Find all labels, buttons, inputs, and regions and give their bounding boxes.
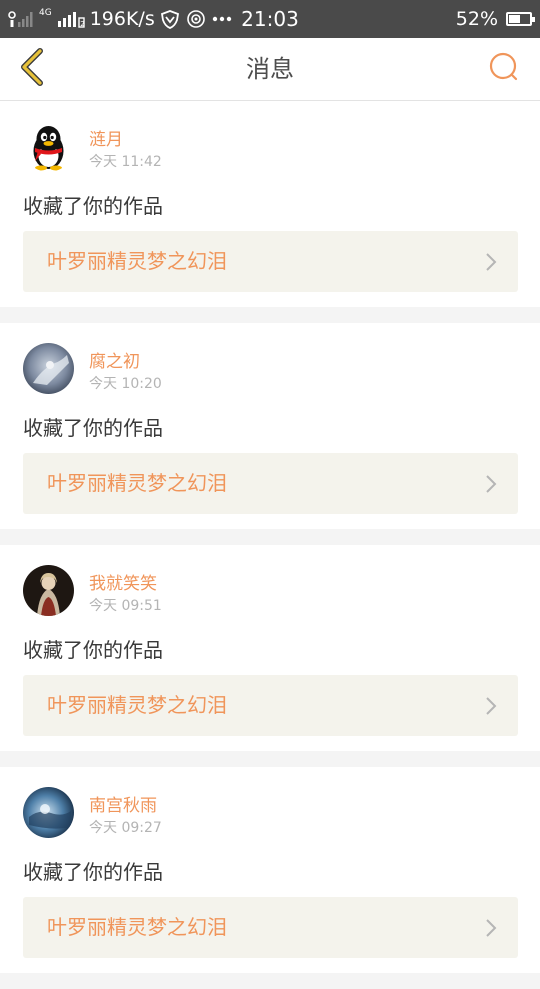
user-name[interactable]: 腐之初 (89, 347, 140, 372)
user-name[interactable]: 我就笑笑 (89, 569, 157, 594)
network-speed: 196K/s (89, 8, 155, 30)
avatar[interactable] (23, 787, 74, 838)
chevron-right-icon (484, 474, 498, 494)
message-card: 涟月 今天 11:42 收藏了你的作品 叶罗丽精灵梦之幻泪 (0, 101, 540, 307)
cell-signal-icon: 2 (57, 10, 85, 28)
status-bar: 4G 2 196K/s 21:03 52% (0, 0, 540, 38)
work-title: 叶罗丽精灵梦之幻泪 (47, 693, 227, 717)
avatar[interactable] (23, 121, 74, 172)
wifi-signal-icon (8, 10, 34, 28)
chevron-right-icon (484, 918, 498, 938)
message-card: 我就笑笑 今天 09:51 收藏了你的作品 叶罗丽精灵梦之幻泪 (0, 545, 540, 751)
search-icon (488, 51, 520, 87)
battery-icon (506, 12, 535, 26)
action-text: 收藏了你的作品 (23, 638, 163, 662)
action-text: 收藏了你的作品 (23, 416, 163, 440)
avatar[interactable] (23, 343, 74, 394)
eye-icon (185, 9, 207, 29)
network-type: 4G (39, 7, 52, 18)
action-text: 收藏了你的作品 (23, 860, 163, 884)
message-card: 南宫秋雨 今天 09:27 收藏了你的作品 叶罗丽精灵梦之幻泪 (0, 767, 540, 973)
chevron-right-icon (484, 252, 498, 272)
qq-penguin-icon (23, 121, 74, 172)
message-time: 今天 09:27 (89, 820, 162, 836)
message-time: 今天 09:51 (89, 598, 162, 614)
battery-percent: 52% (455, 8, 498, 30)
grey-figure-icon (23, 343, 74, 394)
message-time: 今天 11:42 (89, 154, 162, 170)
dark-portrait-icon (23, 565, 74, 616)
chevron-left-icon (18, 47, 46, 91)
work-link[interactable]: 叶罗丽精灵梦之幻泪 (23, 231, 518, 292)
message-card: 腐之初 今天 10:20 收藏了你的作品 叶罗丽精灵梦之幻泪 (0, 323, 540, 529)
more-icon (212, 16, 232, 22)
message-list: 涟月 今天 11:42 收藏了你的作品 叶罗丽精灵梦之幻泪 腐之初 今天 10:… (0, 101, 540, 989)
user-name[interactable]: 南宫秋雨 (89, 791, 157, 816)
app-header: 消息 (0, 38, 540, 101)
battery-level (509, 15, 521, 23)
work-link[interactable]: 叶罗丽精灵梦之幻泪 (23, 453, 518, 514)
work-title: 叶罗丽精灵梦之幻泪 (47, 915, 227, 939)
user-name[interactable]: 涟月 (89, 125, 123, 150)
work-title: 叶罗丽精灵梦之幻泪 (47, 249, 227, 273)
svg-text:2: 2 (80, 20, 84, 28)
page-title: 消息 (246, 55, 294, 83)
message-time: 今天 10:20 (89, 376, 162, 392)
work-link[interactable]: 叶罗丽精灵梦之幻泪 (23, 675, 518, 736)
action-text: 收藏了你的作品 (23, 194, 163, 218)
chevron-right-icon (484, 696, 498, 716)
work-title: 叶罗丽精灵梦之幻泪 (47, 471, 227, 495)
work-link[interactable]: 叶罗丽精灵梦之幻泪 (23, 897, 518, 958)
search-button[interactable] (486, 51, 522, 87)
blue-sky-icon (23, 787, 74, 838)
back-button[interactable] (12, 48, 52, 90)
shield-icon (160, 9, 180, 29)
avatar[interactable] (23, 565, 74, 616)
